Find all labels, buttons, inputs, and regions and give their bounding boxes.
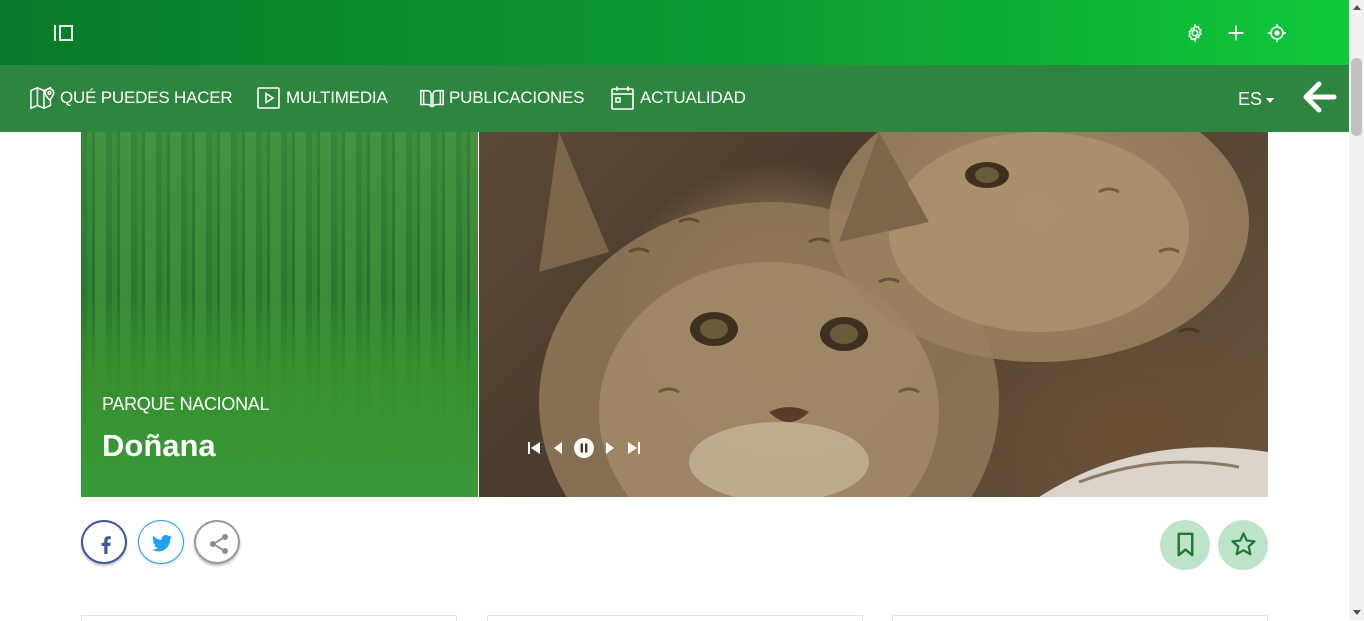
skip-back-icon[interactable] (525, 439, 543, 457)
prev-icon[interactable] (549, 439, 567, 457)
nav-item-actualidad[interactable]: ACTUALIDAD (610, 85, 746, 111)
favorite-button[interactable] (1218, 520, 1268, 570)
twitter-share-button[interactable] (138, 520, 184, 564)
nav-item-que-puedes-hacer[interactable]: QUÉ PUEDES HACER (30, 85, 233, 111)
locate-icon[interactable] (1266, 22, 1288, 44)
book-icon (420, 89, 444, 108)
chevron-down-icon (1266, 97, 1275, 103)
next-icon[interactable] (601, 439, 619, 457)
hero-title-panel: PARQUE NACIONAL Doñana (81, 132, 478, 497)
scroll-up-icon[interactable] (1353, 5, 1361, 10)
content-card[interactable] (81, 615, 457, 621)
hero-subtitle: PARQUE NACIONAL (102, 394, 270, 414)
play-icon (257, 87, 280, 109)
sidebar-toggle-icon[interactable] (52, 24, 76, 44)
pause-icon[interactable] (573, 437, 595, 459)
language-selector[interactable]: ES (1238, 89, 1275, 110)
plus-icon[interactable] (1225, 22, 1247, 44)
calendar-icon (611, 86, 634, 110)
nav-item-publicaciones[interactable]: PUBLICACIONES (419, 85, 585, 111)
hero-title: Doñana (102, 428, 216, 463)
star-icon (1231, 532, 1256, 556)
top-bar (0, 0, 1349, 65)
slideshow-controls (525, 437, 643, 459)
nav-label: QUÉ PUEDES HACER (60, 88, 233, 107)
language-label: ES (1238, 89, 1263, 109)
skip-forward-icon[interactable] (625, 439, 643, 457)
arrow-left-icon[interactable] (1303, 80, 1337, 114)
twitter-icon (151, 534, 173, 552)
page-scrollbar[interactable] (1349, 0, 1364, 620)
settings-icon[interactable] (1184, 22, 1206, 44)
share-icon (210, 534, 228, 554)
nav-label: PUBLICACIONES (449, 88, 585, 107)
nav-label: ACTUALIDAD (640, 88, 746, 107)
bookmark-button[interactable] (1160, 520, 1210, 570)
main-nav: QUÉ PUEDES HACER MULTIMEDIA PUBLICACIONE… (0, 65, 1349, 132)
scroll-down-icon[interactable] (1353, 610, 1361, 615)
nav-item-multimedia[interactable]: MULTIMEDIA (256, 85, 388, 111)
content-card[interactable] (487, 615, 863, 621)
facebook-icon (101, 536, 111, 554)
map-pin-icon (30, 86, 55, 110)
hero-image (479, 132, 1268, 497)
content-card[interactable] (892, 615, 1268, 621)
share-button[interactable] (194, 520, 240, 564)
nav-label: MULTIMEDIA (286, 88, 388, 107)
facebook-share-button[interactable] (81, 520, 127, 564)
scroll-thumb[interactable] (1351, 58, 1362, 136)
bookmark-icon (1177, 532, 1194, 557)
